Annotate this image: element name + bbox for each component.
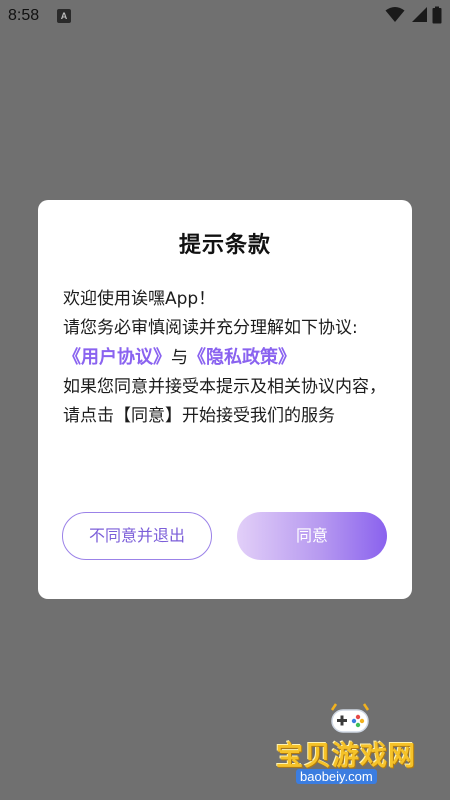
- status-time: 8:58: [8, 7, 40, 24]
- connector-text: 与: [171, 348, 188, 368]
- a-icon: A: [57, 9, 71, 23]
- terms-dialog: 提示条款 欢迎使用诶嘿App！ 请您务必审慎阅读并充分理解如下协议: 《用户协议…: [38, 200, 412, 599]
- consent-text: 如果您同意并接受本提示及相关协议内容，请点击【同意】开始接受我们的服务: [63, 377, 386, 426]
- decline-button[interactable]: 不同意并退出: [62, 512, 212, 560]
- user-agreement-link[interactable]: 《用户协议》: [63, 347, 171, 368]
- screen: 8:58 A 提示条款 欢迎使用诶嘿App！ 请您务必审慎阅读并充分理解如下协议…: [0, 0, 450, 800]
- watermark: 宝贝游戏网 baobeiy.com: [270, 700, 430, 790]
- gamepad-logo-icon: [330, 703, 370, 733]
- welcome-text: 欢迎使用诶嘿App！: [63, 289, 216, 309]
- dialog-title: 提示条款: [178, 233, 271, 258]
- instruction-text: 请您务必审慎阅读并充分理解如下协议:: [63, 318, 358, 338]
- signal-icon: [412, 7, 427, 22]
- watermark-domain: baobeiy.com: [296, 769, 377, 784]
- agreement-links: 《用户协议》与《隐私政策》: [63, 343, 393, 373]
- battery-icon: [432, 6, 442, 24]
- dialog-body: 欢迎使用诶嘿App！ 请您务必审慎阅读并充分理解如下协议: 《用户协议》与《隐私…: [63, 285, 393, 431]
- watermark-text: 宝贝游戏网: [276, 741, 416, 772]
- agree-button[interactable]: 同意: [237, 512, 387, 560]
- wifi-icon: [385, 7, 405, 22]
- status-bar: 8:58 A: [0, 0, 450, 32]
- privacy-policy-link[interactable]: 《隐私政策》: [188, 347, 296, 368]
